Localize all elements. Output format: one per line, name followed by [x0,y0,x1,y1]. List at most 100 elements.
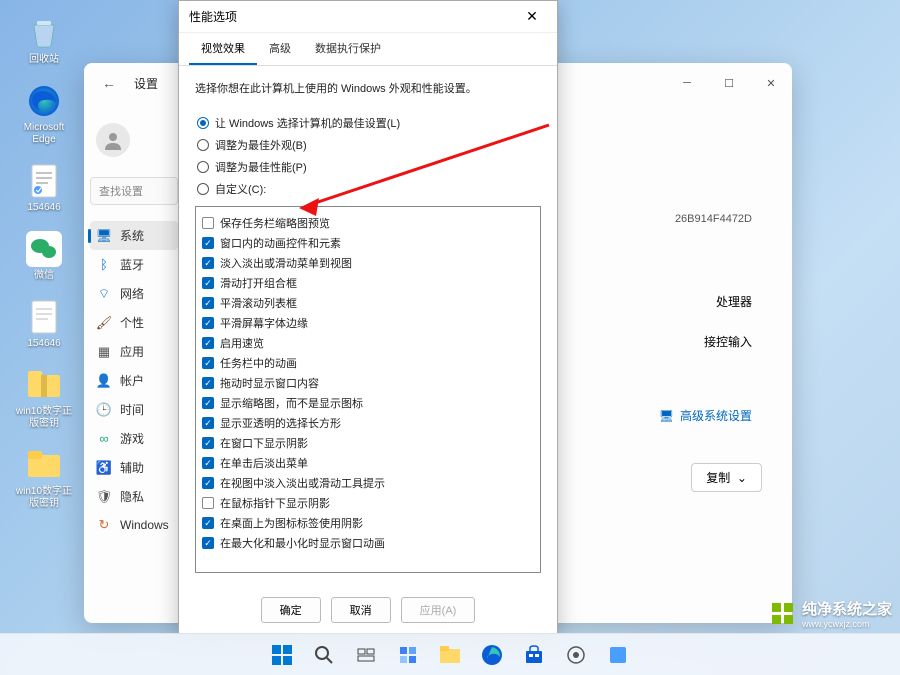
effect-item-2[interactable]: ✓淡入淡出或滑动菜单到视图 [202,253,534,273]
desktop-icons: 回收站 Microsoft Edge 154646 微信 154646 win1… [10,10,78,514]
task-view-icon[interactable] [348,637,384,673]
effect-label: 在单击后淡出菜单 [220,455,308,471]
sidebar-item-access[interactable]: ♿辅助 [90,453,178,482]
sidebar-item-game[interactable]: ∞游戏 [90,424,178,453]
time-icon: 🕒 [96,402,112,418]
recycle-bin-icon [25,14,63,52]
settings-title: 设置 [134,75,158,92]
desktop-icon-recycle[interactable]: 回收站 [10,10,78,70]
store-icon[interactable] [516,637,552,673]
taskbar [0,633,900,675]
sidebar-item-bluetooth[interactable]: ᛒ蓝牙 [90,250,178,279]
effect-label: 显示亚透明的选择长方形 [220,415,341,431]
label: win10数字正版密钥 [14,406,74,430]
radio-icon [197,139,209,151]
sidebar-item-time[interactable]: 🕒时间 [90,395,178,424]
effect-item-11[interactable]: ✓在窗口下显示阴影 [202,433,534,453]
effect-item-12[interactable]: ✓在单击后淡出菜单 [202,453,534,473]
search-input[interactable]: 查找设置 [90,177,178,205]
touch-label: 接控输入 [704,333,752,350]
checkbox-icon: ✓ [202,417,214,429]
wifi-icon: ⌔ [96,286,112,302]
checkbox-icon [202,497,214,509]
settings-taskbar-icon[interactable] [558,637,594,673]
checkbox-icon: ✓ [202,277,214,289]
apply-button[interactable]: 应用(A) [401,597,476,623]
sidebar-item-display[interactable]: 🖥系统 [90,221,178,250]
effect-item-15[interactable]: ✓在桌面上为图标标签使用阴影 [202,513,534,533]
sidebar-item-brush[interactable]: 🖌个性 [90,308,178,337]
effect-label: 拖动时显示窗口内容 [220,375,319,391]
cancel-button[interactable]: 取消 [331,597,391,623]
effect-item-13[interactable]: ✓在视图中淡入淡出或滑动工具提示 [202,473,534,493]
desktop-icon-txt1[interactable]: 154646 [10,158,78,218]
radio-group: 让 Windows 选择计算机的最佳设置(L) 调整为最佳外观(B) 调整为最佳性能… [195,112,541,200]
close-button[interactable]: ✕ [750,68,792,98]
radio-option-0[interactable]: 让 Windows 选择计算机的最佳设置(L) [195,112,541,134]
app-icon[interactable] [600,637,636,673]
ok-button[interactable]: 确定 [261,597,321,623]
sidebar-item-account[interactable]: 👤帐户 [90,366,178,395]
widgets-icon[interactable] [390,637,426,673]
label: 154646 [27,338,60,350]
radio-option-2[interactable]: 调整为最佳性能(P) [195,156,541,178]
radio-label: 调整为最佳外观(B) [215,137,307,153]
sidebar-item-apps[interactable]: ▦应用 [90,337,178,366]
game-icon: ∞ [96,431,112,447]
effect-item-0[interactable]: 保存任务栏缩略图预览 [202,213,534,233]
effect-item-5[interactable]: ✓平滑屏幕字体边缘 [202,313,534,333]
desktop-icon-txt2[interactable]: 154646 [10,294,78,354]
maximize-button[interactable]: ☐ [708,68,750,98]
settings-sidebar: 查找设置 🖥系统ᛒ蓝牙 ⌔ 网络 🖌个性▦应用👤帐户🕒时间∞游戏♿辅助🛡隐私 ↻ Wind… [84,103,184,623]
perf-tabs: 视觉效果 高级 数据执行保护 [179,33,557,66]
advanced-settings-link[interactable]: 🖥 高级系统设置 [659,407,752,424]
checkbox-icon: ✓ [202,537,214,549]
avatar[interactable] [96,123,130,157]
effect-item-1[interactable]: ✓窗口内的动画控件和元素 [202,233,534,253]
perf-titlebar: 性能选项 ✕ [179,1,557,33]
privacy-icon: 🛡 [96,489,112,505]
search-icon[interactable] [306,637,342,673]
back-button[interactable]: ← [94,68,124,98]
effect-item-16[interactable]: ✓在最大化和最小化时显示窗口动画 [202,533,534,553]
edge-icon [25,82,63,120]
radio-option-3[interactable]: 自定义(C): [195,178,541,200]
effect-item-6[interactable]: ✓启用速览 [202,333,534,353]
tab-dep[interactable]: 数据执行保护 [303,33,393,65]
effect-label: 淡入淡出或滑动菜单到视图 [220,255,352,271]
perf-title: 性能选项 [189,8,237,25]
effect-item-3[interactable]: ✓滑动打开组合框 [202,273,534,293]
effect-item-9[interactable]: ✓显示缩略图，而不是显示图标 [202,393,534,413]
update-icon: ↻ [96,517,112,533]
effect-item-7[interactable]: ✓任务栏中的动画 [202,353,534,373]
minimize-button[interactable]: ─ [666,68,708,98]
effect-label: 启用速览 [220,335,264,351]
checkbox-icon [202,217,214,229]
start-button[interactable] [264,637,300,673]
effect-item-8[interactable]: ✓拖动时显示窗口内容 [202,373,534,393]
sidebar-item-wifi[interactable]: ⌔ 网络 [90,279,178,308]
nav-label: 网络 [120,285,144,302]
effect-item-10[interactable]: ✓ 显示亚透明的选择长方形 [202,413,534,433]
sidebar-item-update[interactable]: ↻ Windows [90,511,178,539]
desktop-icon-wechat[interactable]: 微信 [10,226,78,286]
radio-option-1[interactable]: 调整为最佳外观(B) [195,134,541,156]
device-id-value: 26B914F4472D [675,213,752,225]
tab-visual-effects[interactable]: 视觉效果 [189,33,257,65]
explorer-icon[interactable] [432,637,468,673]
tab-advanced[interactable]: 高级 [257,33,303,65]
desktop-icon-folder[interactable]: win10数字正版密钥 [10,442,78,514]
close-button[interactable]: ✕ [517,5,547,29]
effect-item-14[interactable]: 在鼠标指针下显示阴影 [202,493,534,513]
checkbox-icon: ✓ [202,297,214,309]
edge-taskbar-icon[interactable] [474,637,510,673]
sidebar-item-privacy[interactable]: 🛡隐私 [90,482,178,511]
desktop-icon-zip[interactable]: win10数字正版密钥 [10,362,78,434]
nav-label: 应用 [120,343,144,360]
checkbox-icon: ✓ [202,517,214,529]
copy-button[interactable]: 复制 ⌄ [691,463,762,492]
nav-label: Windows [120,518,169,532]
effects-list[interactable]: 保存任务栏缩略图预览✓窗口内的动画控件和元素✓淡入淡出或滑动菜单到视图✓滑动打开… [195,206,541,573]
desktop-icon-edge[interactable]: Microsoft Edge [10,78,78,150]
effect-item-4[interactable]: ✓平滑滚动列表框 [202,293,534,313]
